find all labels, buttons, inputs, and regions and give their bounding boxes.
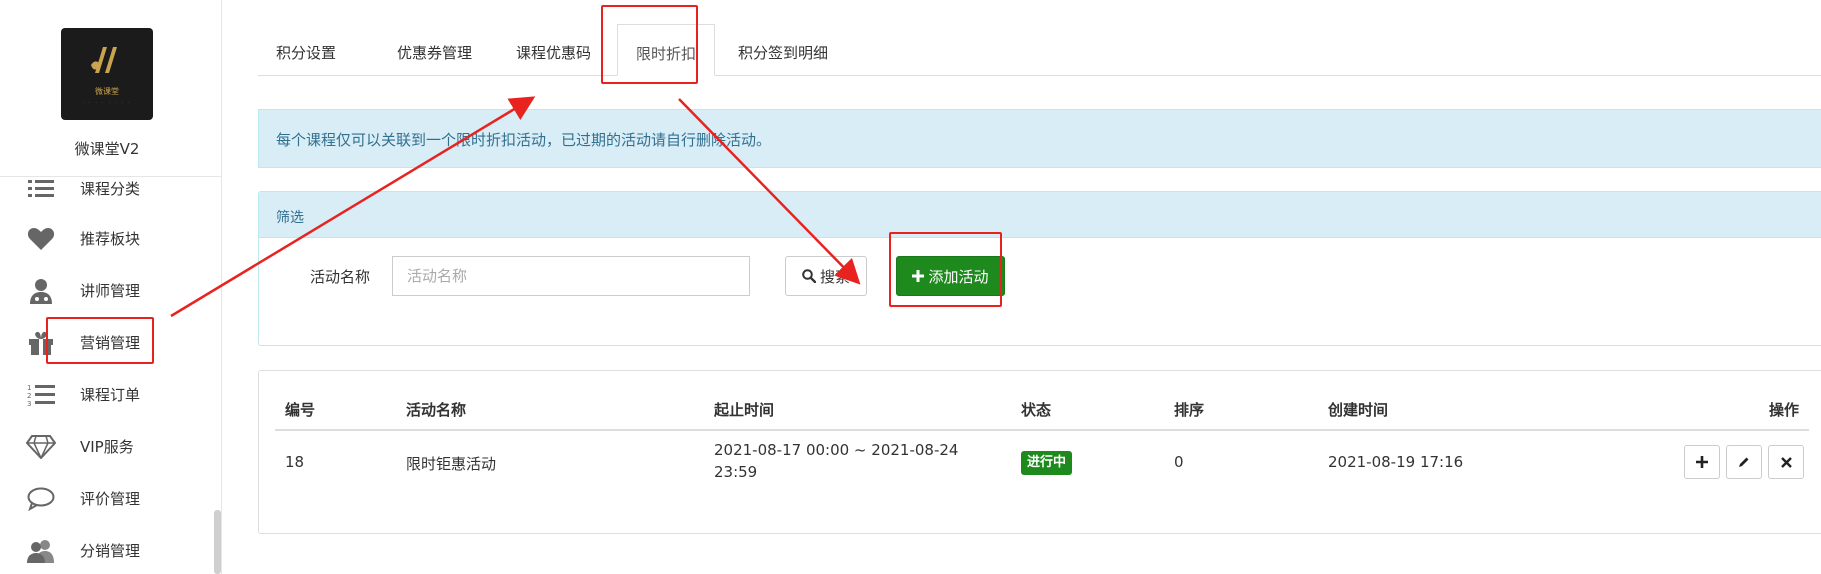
cell-created: 2021-08-19 17:16 [1328, 453, 1464, 471]
ordered-list-icon: 123 [26, 382, 56, 408]
cell-sort: 0 [1174, 453, 1184, 471]
delete-button[interactable] [1768, 445, 1804, 479]
activity-name-input[interactable] [392, 256, 750, 296]
activity-table: 编号 活动名称 起止时间 状态 排序 创建时间 操作 18 限时钜惠活动 202… [258, 370, 1821, 534]
cell-name: 限时钜惠活动 [406, 455, 497, 473]
column-header-actions: 操作 [1769, 401, 1800, 419]
tab-course-promo-code[interactable]: 课程优惠码 [498, 24, 609, 76]
search-button[interactable]: 搜索 [785, 256, 867, 296]
cell-period-start: 2021-08-17 00:00 ~ 2021-08-24 [714, 441, 959, 459]
activity-name-label: 活动名称 [310, 268, 371, 286]
search-icon [802, 269, 816, 283]
diamond-icon [26, 434, 56, 460]
logo-text: 微课堂 [95, 87, 119, 96]
add-product-button[interactable] [1684, 445, 1720, 479]
heart-icon [26, 226, 56, 252]
sidebar: 微课堂 · · · · · · · · 微课堂V2 课程分类 推荐板块 讲师管理 [0, 0, 222, 574]
sidebar-item-label: 评价管理 [80, 490, 141, 508]
sidebar-item-vip[interactable]: VIP服务 [0, 426, 214, 466]
comment-icon [26, 486, 56, 512]
sidebar-item-label: 推荐板块 [80, 230, 141, 248]
pencil-icon [1739, 457, 1749, 467]
annotation-box-flash-discount-tab [601, 5, 698, 84]
header-divider [275, 429, 1809, 431]
sidebar-scrollbar[interactable] [214, 510, 221, 574]
annotation-box-marketing [46, 317, 154, 364]
info-alert: 每个课程仅可以关联到一个限时折扣活动，已过期的活动请自行删除活动。 [258, 109, 1821, 168]
site-name: 微课堂V2 [74, 140, 140, 158]
column-header-period: 起止时间 [714, 401, 775, 419]
sidebar-item-label: 讲师管理 [80, 282, 141, 300]
column-header-sort: 排序 [1174, 401, 1205, 419]
svg-text:1: 1 [27, 384, 31, 392]
column-header-name: 活动名称 [406, 401, 467, 419]
svg-text:3: 3 [27, 400, 31, 407]
sidebar-item-label: VIP服务 [80, 438, 134, 456]
svg-text:2: 2 [27, 392, 31, 400]
users-icon [26, 538, 56, 564]
tab-coupon-management[interactable]: 优惠券管理 [379, 24, 490, 76]
cell-id: 18 [285, 453, 305, 471]
column-header-id: 编号 [285, 401, 316, 419]
edit-button[interactable] [1726, 445, 1762, 479]
close-icon [1780, 456, 1792, 468]
doctor-icon [26, 278, 56, 304]
logo-mark-icon [91, 47, 117, 73]
sidebar-item-label: 课程分类 [80, 180, 141, 198]
sidebar-item-label: 分销管理 [80, 542, 141, 560]
search-button-label: 搜索 [819, 267, 850, 286]
tab-checkin-detail[interactable]: 积分签到明细 [720, 24, 846, 76]
sidebar-item-review[interactable]: 评价管理 [0, 478, 214, 518]
annotation-box-add-activity [889, 232, 1002, 307]
logo-subtext-decoration: · · · · · · · · [82, 100, 132, 105]
sidebar-item-teacher[interactable]: 讲师管理 [0, 270, 214, 310]
sidebar-item-label: 课程订单 [80, 386, 141, 404]
sidebar-item-course-category[interactable]: 课程分类 [0, 168, 214, 208]
status-badge: 进行中 [1021, 451, 1073, 475]
filter-panel: 筛选 活动名称 搜索 添加活动 [258, 191, 1821, 346]
list-icon [26, 176, 56, 202]
filter-panel-title: 筛选 [259, 192, 1821, 238]
sidebar-item-recommend[interactable]: 推荐板块 [0, 218, 214, 258]
cell-period-end: 23:59 [714, 463, 758, 481]
column-header-created: 创建时间 [1328, 401, 1389, 419]
sidebar-item-orders[interactable]: 123 课程订单 [0, 374, 214, 414]
column-header-status: 状态 [1021, 401, 1052, 419]
tab-bar: 积分设置 优惠券管理 课程优惠码 限时折扣 积分签到明细 [258, 24, 1821, 76]
logo: 微课堂 · · · · · · · · [61, 28, 153, 120]
sidebar-item-distribution[interactable]: 分销管理 [0, 530, 214, 570]
plus-icon [1696, 456, 1708, 468]
tab-points-settings[interactable]: 积分设置 [258, 24, 354, 76]
